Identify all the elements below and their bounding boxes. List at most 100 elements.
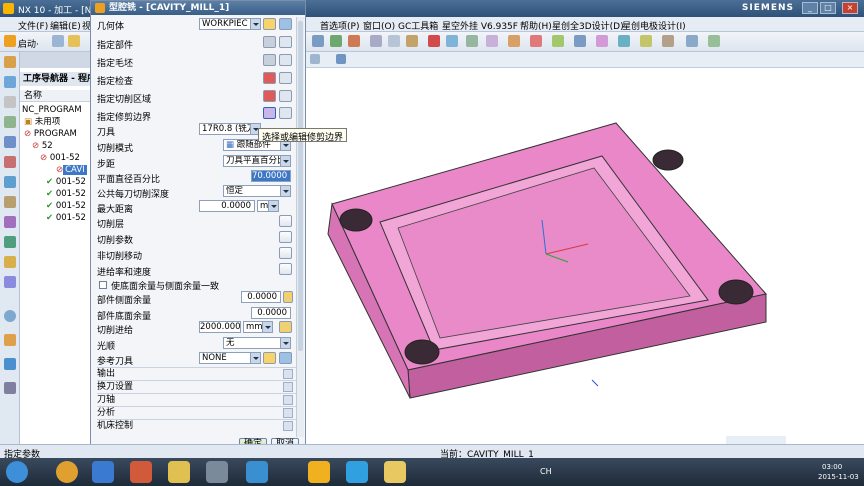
clock-time[interactable]: 03:00 [822,463,842,471]
machine-nav-icon[interactable] [4,116,16,128]
section-tool-change[interactable]: 换刀设置 [97,380,297,392]
display-part-button[interactable] [279,36,292,48]
palette-icon[interactable] [4,334,16,346]
tree-row[interactable]: ▣ 未用项 [20,116,92,128]
tree-row[interactable]: ⊘ PROGRAM [20,128,92,140]
copy-icon[interactable] [388,35,400,47]
close-button[interactable]: × [842,2,858,14]
specify-trim-button[interactable] [263,107,276,119]
explorer-icon[interactable] [384,461,406,483]
maximize-button[interactable]: □ [820,2,836,14]
postprocess-icon[interactable] [640,35,652,47]
stepover-select[interactable]: 刀具平直百分比 [223,155,291,167]
tree-row[interactable]: NC_PROGRAM [20,104,92,116]
tree-row[interactable]: ✔ 001-52 [20,212,92,224]
cut-icon[interactable] [370,35,382,47]
specify-part-button[interactable] [263,36,276,48]
view-icon[interactable] [466,35,478,47]
open-icon[interactable] [68,35,80,47]
tree-row[interactable]: ✔ 001-52 [20,200,92,212]
app-tool-icon[interactable] [206,461,228,483]
snap-icon[interactable] [336,54,346,64]
section-tool-axis[interactable]: 刀轴 [97,393,297,405]
section-machine-control[interactable]: 机床控制 [97,419,297,431]
finish-select[interactable]: 无 [223,337,291,349]
minimize-button[interactable]: _ [802,2,818,14]
simulate-icon[interactable] [618,35,630,47]
edit-ref-tool-button[interactable] [279,352,292,364]
process-studio-icon[interactable] [4,236,16,248]
menu-gc-toolbox[interactable]: GC工具箱 [398,19,438,32]
common-depth-select[interactable]: 恒定 [223,185,291,197]
tree-row[interactable]: ✔ 001-52 [20,176,92,188]
menu-file[interactable]: 文件(F) [18,19,48,32]
specify-blank-button[interactable] [263,54,276,66]
side-stock-lock-icon[interactable] [283,291,293,303]
part-model[interactable] [306,68,864,444]
app-k-icon[interactable] [92,461,114,483]
save-icon[interactable] [312,35,324,47]
non-cut-moves-button[interactable] [279,247,292,259]
program-icon[interactable] [530,35,542,47]
operation-nav-icon[interactable] [4,96,16,108]
specify-check-button[interactable] [263,72,276,84]
fit-icon[interactable] [486,35,498,47]
tools-icon[interactable] [4,382,16,394]
display-blank-button[interactable] [279,54,292,66]
reuse-library-icon[interactable] [4,136,16,148]
cut-feed-calc-icon[interactable] [279,321,292,333]
filter-icon[interactable] [310,54,320,64]
start-label[interactable]: 启动· [18,37,39,50]
specify-cut-area-button[interactable] [263,90,276,102]
layer-icon[interactable] [446,35,458,47]
start-menu-icon[interactable] [6,461,28,483]
chat-app-icon[interactable] [346,461,368,483]
start-icon[interactable] [4,35,16,47]
cut-params-button[interactable] [279,231,292,243]
flat-diameter-input[interactable]: 70.0000 [251,170,291,182]
menu-edit[interactable]: 编辑(E) [50,19,81,32]
chart-icon[interactable] [4,358,16,370]
new-icon[interactable] [52,35,64,47]
app-bird-icon[interactable] [168,461,190,483]
floor-stock-input[interactable]: 0.0000 [251,307,291,319]
graphics-window[interactable] [306,68,864,444]
menu-help[interactable]: 帮助(H) [520,19,552,32]
tree-row[interactable]: ✔ 001-52 [20,188,92,200]
nx-app-icon[interactable] [308,461,330,483]
roles-icon[interactable] [4,256,16,268]
shop-doc-icon[interactable] [662,35,674,47]
web-browser-icon[interactable] [4,176,16,188]
section-output[interactable]: 输出 [97,367,297,379]
display-trim-button[interactable] [279,107,292,119]
undo-icon[interactable] [330,35,342,47]
clock-icon[interactable] [4,310,16,322]
display-cut-area-button[interactable] [279,90,292,102]
redo-icon[interactable] [348,35,360,47]
ref-tool-select[interactable]: NONE [199,352,261,364]
cut-levels-button[interactable] [279,215,292,227]
assembly-nav-icon[interactable] [4,56,16,68]
clock-date[interactable]: 2015-11-03 [818,473,859,481]
geometry-icon[interactable] [574,35,586,47]
delete-icon[interactable] [428,35,440,47]
menu-xingkong[interactable]: 星空外挂 V6.935F [442,19,518,32]
paste-icon[interactable] [406,35,418,47]
dialog-scrollbar[interactable] [296,17,304,437]
display-check-button[interactable] [279,72,292,84]
side-stock-input[interactable]: 0.0000 [241,291,281,303]
new-ref-tool-button[interactable] [263,352,276,364]
part-nav-icon[interactable] [4,76,16,88]
operation-icon[interactable] [552,35,564,47]
display-icon[interactable] [4,276,16,288]
app-media-icon[interactable] [130,461,152,483]
tree-row[interactable]: ⊘ 52 [20,140,92,152]
new-geometry-button[interactable] [263,18,276,30]
menu-electrode[interactable]: 星创电极设计(I) [622,19,686,32]
menu-window[interactable]: 窗口(O) [363,19,395,32]
tool-icon[interactable] [508,35,520,47]
max-distance-input[interactable]: 0.0000 [199,200,255,212]
history-icon[interactable] [4,196,16,208]
use-same-stock-checkbox[interactable] [99,281,107,289]
hd3d-icon[interactable] [4,156,16,168]
